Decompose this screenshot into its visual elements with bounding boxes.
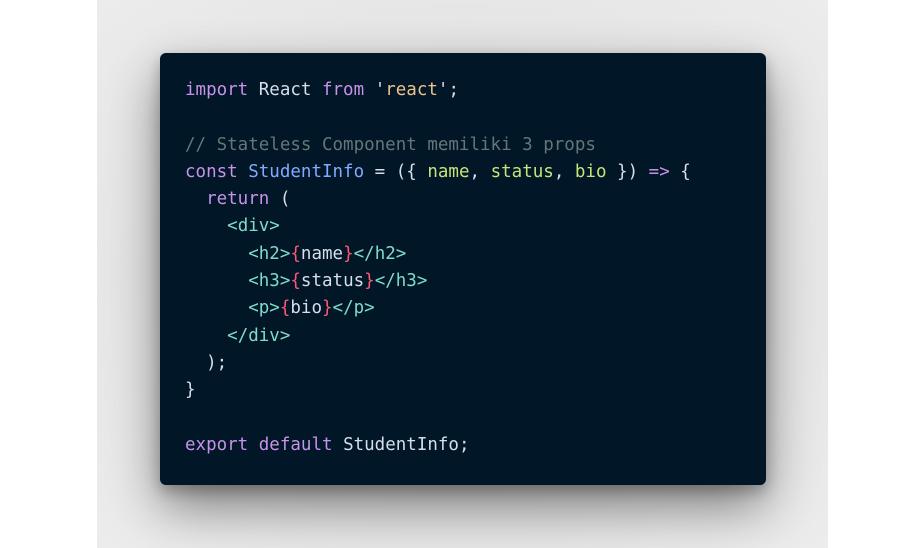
code-line-12: } [185, 377, 766, 404]
jsx-expr-name: name [300, 243, 344, 264]
jsx-p-open: <p> [248, 298, 280, 319]
arrow-operator: => [648, 161, 670, 182]
semicolon: ; [448, 80, 460, 100]
code-snippet-window: import React from 'react'; // Stateless C… [160, 53, 766, 485]
body-open-brace: { [669, 161, 691, 182]
jsx-expr-close: } [343, 243, 354, 264]
comma: , [553, 161, 575, 182]
jsx-expr-close: } [321, 298, 333, 319]
return-paren: ( [269, 189, 291, 210]
jsx-expr-status: status [300, 271, 365, 292]
code-line-10: </div> [185, 323, 766, 350]
jsx-h3-open: <h3> [248, 271, 291, 292]
code-line-4: const StudentInfo = ({ name, status, bio… [185, 159, 766, 186]
quote-close: ' [437, 80, 449, 100]
identifier-react: React [248, 80, 322, 100]
jsx-h3-close: </h3> [374, 271, 428, 292]
assignment: = [364, 161, 396, 182]
keyword-export: export [185, 434, 249, 455]
return-close: ); [185, 352, 228, 373]
param-status: status [490, 161, 554, 182]
keyword-return: return [206, 189, 270, 210]
param-bio: bio [574, 161, 607, 182]
component-name: StudentInfo [248, 161, 365, 182]
jsx-h2-open: <h2> [248, 243, 291, 264]
params-close: }) [606, 161, 649, 182]
jsx-p-close: </p> [332, 298, 375, 319]
jsx-expr-close: } [364, 271, 375, 292]
code-comment: // Stateless Component memiliki 3 props [185, 134, 596, 155]
keyword-import: import [185, 80, 249, 100]
code-line-5: return ( [185, 186, 766, 213]
param-name: name [427, 161, 470, 182]
jsx-expr-bio: bio [290, 298, 322, 319]
jsx-h2-close: </h2> [353, 243, 407, 264]
jsx-div-open: <div> [227, 216, 280, 237]
code-line-11: ); [185, 350, 766, 377]
code-line-7: <h2>{name}</h2> [185, 241, 766, 268]
code-line-8: <h3>{status}</h3> [185, 268, 766, 295]
jsx-expr-open: { [290, 271, 301, 292]
code-line-3: // Stateless Component memiliki 3 props [185, 132, 766, 159]
quote-open: ' [374, 80, 386, 100]
code-line-1: import React from 'react'; [185, 77, 766, 104]
string-react: react [385, 80, 438, 100]
comma: , [469, 161, 491, 182]
keyword-default: default [258, 434, 333, 455]
jsx-div-close: </div> [227, 325, 291, 346]
body-close-brace: } [185, 380, 196, 401]
code-line-6: <div> [185, 213, 766, 240]
code-block: import React from 'react'; // Stateless C… [185, 77, 766, 459]
params-open: ({ [395, 161, 428, 182]
code-line-13-empty [185, 405, 766, 432]
export-identifier: StudentInfo; [332, 434, 470, 455]
jsx-expr-open: { [290, 243, 301, 264]
jsx-expr-open: { [279, 298, 291, 319]
code-line-2-empty [185, 104, 766, 131]
keyword-const: const [185, 161, 238, 182]
code-line-14: export default StudentInfo; [185, 432, 766, 459]
code-line-9: <p>{bio}</p> [185, 295, 766, 322]
keyword-from: from [321, 80, 365, 100]
